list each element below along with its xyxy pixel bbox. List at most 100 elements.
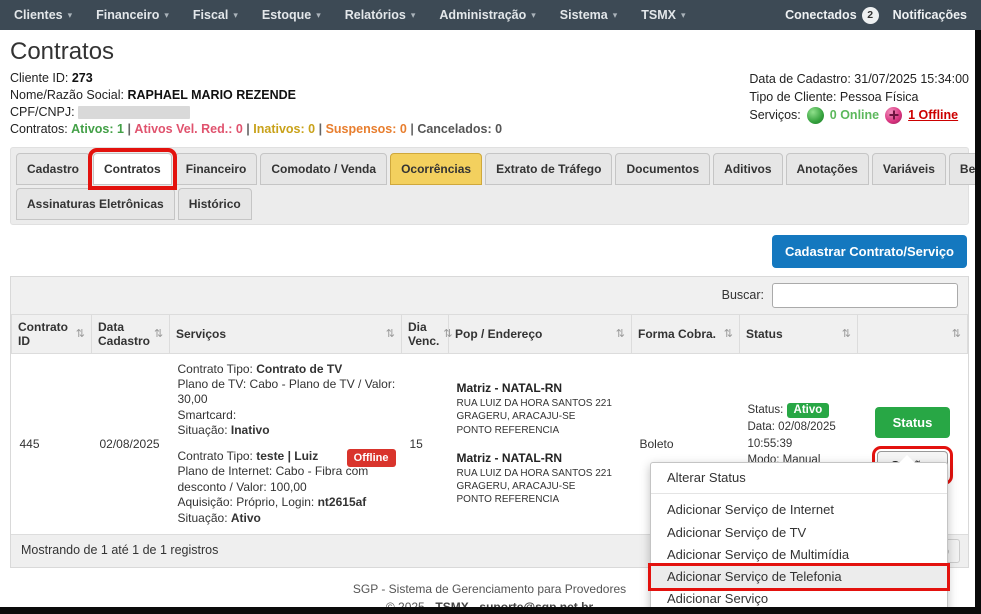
tab-aditivos[interactable]: Aditivos bbox=[713, 153, 782, 185]
tab-contratos[interactable]: Contratos bbox=[93, 153, 172, 185]
column-header-data-cadastro[interactable]: Data Cadastro ⇅ bbox=[92, 314, 170, 353]
nav-item-relatorios[interactable]: Relatórios▾ bbox=[345, 8, 416, 22]
nav-item-estoque[interactable]: Estoque▾ bbox=[262, 8, 321, 22]
service-extra: Smartcard: bbox=[178, 408, 237, 422]
column-header-contrato-id[interactable]: Contrato ID⇅ bbox=[12, 314, 92, 353]
top-nav: Clientes▾ Financeiro▾ Fiscal▾ Estoque▾ R… bbox=[0, 0, 981, 30]
registered-date: Data de Cadastro: 31/07/2025 15:34:00 bbox=[749, 70, 969, 88]
column-label: Pop / Endereço bbox=[455, 327, 542, 341]
separator: | bbox=[319, 122, 323, 136]
column-header-status[interactable]: Status ⇅ bbox=[740, 314, 858, 353]
connected-indicator[interactable]: Conectados2 bbox=[785, 7, 879, 24]
search-input[interactable] bbox=[772, 283, 958, 308]
connected-label: Conectados bbox=[785, 8, 857, 22]
address-reference: PONTO REFERENCIA bbox=[457, 424, 624, 437]
tab-extrato-de-trafego[interactable]: Extrato de Tráfego bbox=[485, 153, 612, 185]
nav-item-fiscal[interactable]: Fiscal▾ bbox=[193, 8, 238, 22]
active-status-badge: Ativo bbox=[787, 403, 830, 418]
tabs-row-2: Assinaturas Eletrônicas Histórico bbox=[16, 188, 963, 220]
sort-icon: ⇅ bbox=[952, 327, 961, 340]
cell-due-day: 15 bbox=[402, 353, 449, 534]
column-header-dia-venc[interactable]: Dia Venc.⇅ bbox=[402, 314, 449, 353]
sort-icon: ⇅ bbox=[154, 327, 163, 340]
offline-count-link[interactable]: 1 Offline bbox=[908, 106, 958, 124]
sort-icon: ⇅ bbox=[76, 327, 85, 340]
column-label: Data Cadastro bbox=[98, 320, 150, 348]
search-label: Buscar: bbox=[722, 288, 764, 302]
nav-item-label: Relatórios bbox=[345, 8, 406, 22]
client-name-line: Nome/Razão Social: RAPHAEL MARIO REZENDE bbox=[10, 87, 502, 104]
screen-edge-right bbox=[975, 30, 981, 614]
tab-ocorrencias[interactable]: Ocorrências bbox=[390, 153, 482, 185]
address-street: RUA LUIZ DA HORA SANTOS 221 bbox=[457, 467, 624, 480]
client-id-value: 273 bbox=[72, 71, 93, 85]
table-header-row: Contrato ID⇅ Data Cadastro ⇅ Serviços⇅ Di… bbox=[12, 314, 968, 353]
service-situation-value: Ativo bbox=[231, 511, 261, 525]
online-count: 0 Online bbox=[830, 106, 879, 124]
address-street: RUA LUIZ DA HORA SANTOS 221 bbox=[457, 397, 624, 410]
tab-variaveis[interactable]: Variáveis bbox=[872, 153, 946, 185]
column-header-servicos[interactable]: Serviços⇅ bbox=[170, 314, 402, 353]
status-label: Status: bbox=[748, 404, 784, 416]
menu-item-adicionar-servico-tv[interactable]: Adicionar Serviço de TV bbox=[651, 522, 947, 544]
nav-item-administracao[interactable]: Administração▾ bbox=[439, 8, 535, 22]
nav-item-financeiro[interactable]: Financeiro▾ bbox=[96, 8, 169, 22]
counter-inativos: Inativos: 0 bbox=[253, 122, 315, 136]
contracts-label: Contratos: bbox=[10, 122, 68, 136]
service-plan: Plano de Internet: Cabo - Fibra com desc… bbox=[178, 464, 396, 495]
counter-suspensos: Suspensos: 0 bbox=[326, 122, 407, 136]
client-type: Tipo de Cliente: Pessoa Física bbox=[749, 88, 969, 106]
tab-cadastro[interactable]: Cadastro bbox=[16, 153, 90, 185]
contract-counters-line: Contratos: Ativos: 1 | Ativos Vel. Red.:… bbox=[10, 121, 502, 138]
table-search-bar: Buscar: bbox=[11, 277, 968, 314]
address-block: Matriz - NATAL-RN RUA LUIZ DA HORA SANTO… bbox=[457, 451, 624, 506]
menu-item-alterar-status[interactable]: Alterar Status bbox=[651, 467, 947, 489]
cell-pop-address: Matriz - NATAL-RN RUA LUIZ DA HORA SANTO… bbox=[449, 353, 632, 534]
services-label: Serviços: bbox=[749, 106, 800, 124]
tab-documentos[interactable]: Documentos bbox=[615, 153, 710, 185]
service-type-label: Contrato Tipo: bbox=[178, 449, 253, 463]
column-label: Status bbox=[746, 327, 783, 341]
client-cpf-label: CPF/CNPJ: bbox=[10, 105, 75, 119]
status-button[interactable]: Status bbox=[875, 407, 951, 438]
nav-item-label: Administração bbox=[439, 8, 526, 22]
pop-name: Matriz - NATAL-RN bbox=[457, 451, 624, 467]
page-title: Contratos bbox=[10, 38, 969, 66]
column-label: Forma Cobra. bbox=[638, 327, 716, 341]
chevron-down-icon: ▾ bbox=[233, 10, 238, 21]
tab-comodato-venda[interactable]: Comodato / Venda bbox=[260, 153, 387, 185]
nav-item-label: Estoque bbox=[262, 8, 311, 22]
sort-icon: ⇅ bbox=[724, 327, 733, 340]
column-header-actions[interactable]: ⇅ bbox=[858, 314, 968, 353]
online-status-icon bbox=[807, 107, 824, 124]
service-block-internet: Offline Contrato Tipo: teste | Luiz Plan… bbox=[178, 449, 396, 526]
menu-item-adicionar-servico-telefonia[interactable]: Adicionar Serviço de Telefonia bbox=[651, 566, 947, 588]
sort-icon: ⇅ bbox=[842, 327, 851, 340]
notifications-link[interactable]: Notificações bbox=[893, 8, 967, 22]
column-header-pop-endereco[interactable]: Pop / Endereço ⇅ bbox=[449, 314, 632, 353]
cadastrar-contrato-servico-button[interactable]: Cadastrar Contrato/Serviço bbox=[772, 235, 967, 268]
sort-icon: ⇅ bbox=[616, 327, 625, 340]
cell-contract-id: 445 bbox=[12, 353, 92, 534]
client-summary: Cliente ID: 273 Nome/Razão Social: RAPHA… bbox=[10, 70, 969, 139]
offline-status-icon bbox=[885, 107, 902, 124]
menu-item-adicionar-servico-internet[interactable]: Adicionar Serviço de Internet bbox=[651, 499, 947, 521]
nav-item-clientes[interactable]: Clientes▾ bbox=[14, 8, 72, 22]
counter-cancelados: Cancelados: 0 bbox=[417, 122, 502, 136]
service-plan: Plano de TV: Cabo - Plano de TV / Valor:… bbox=[178, 377, 396, 408]
tab-anotacoes[interactable]: Anotações bbox=[786, 153, 869, 185]
menu-item-adicionar-servico-multimidia[interactable]: Adicionar Serviço de Multimídia bbox=[651, 544, 947, 566]
actions-row: Cadastrar Contrato/Serviço bbox=[10, 235, 967, 268]
address-district: GRAGERU, ARACAJU-SE bbox=[457, 410, 624, 423]
service-block-tv: Contrato Tipo: Contrato de TV Plano de T… bbox=[178, 362, 396, 439]
tab-historico[interactable]: Histórico bbox=[178, 188, 252, 220]
tab-financeiro[interactable]: Financeiro bbox=[175, 153, 258, 185]
service-type-value: Contrato de TV bbox=[256, 362, 342, 376]
address-district: GRAGERU, ARACAJU-SE bbox=[457, 480, 624, 493]
nav-item-tsmx[interactable]: TSMX▾ bbox=[641, 8, 685, 22]
column-header-forma-cobra[interactable]: Forma Cobra. ⇅ bbox=[632, 314, 740, 353]
address-block: Matriz - NATAL-RN RUA LUIZ DA HORA SANTO… bbox=[457, 381, 624, 436]
client-name-value: RAPHAEL MARIO REZENDE bbox=[127, 88, 296, 102]
nav-item-sistema[interactable]: Sistema▾ bbox=[560, 8, 617, 22]
tab-assinaturas-eletronicas[interactable]: Assinaturas Eletrônicas bbox=[16, 188, 175, 220]
